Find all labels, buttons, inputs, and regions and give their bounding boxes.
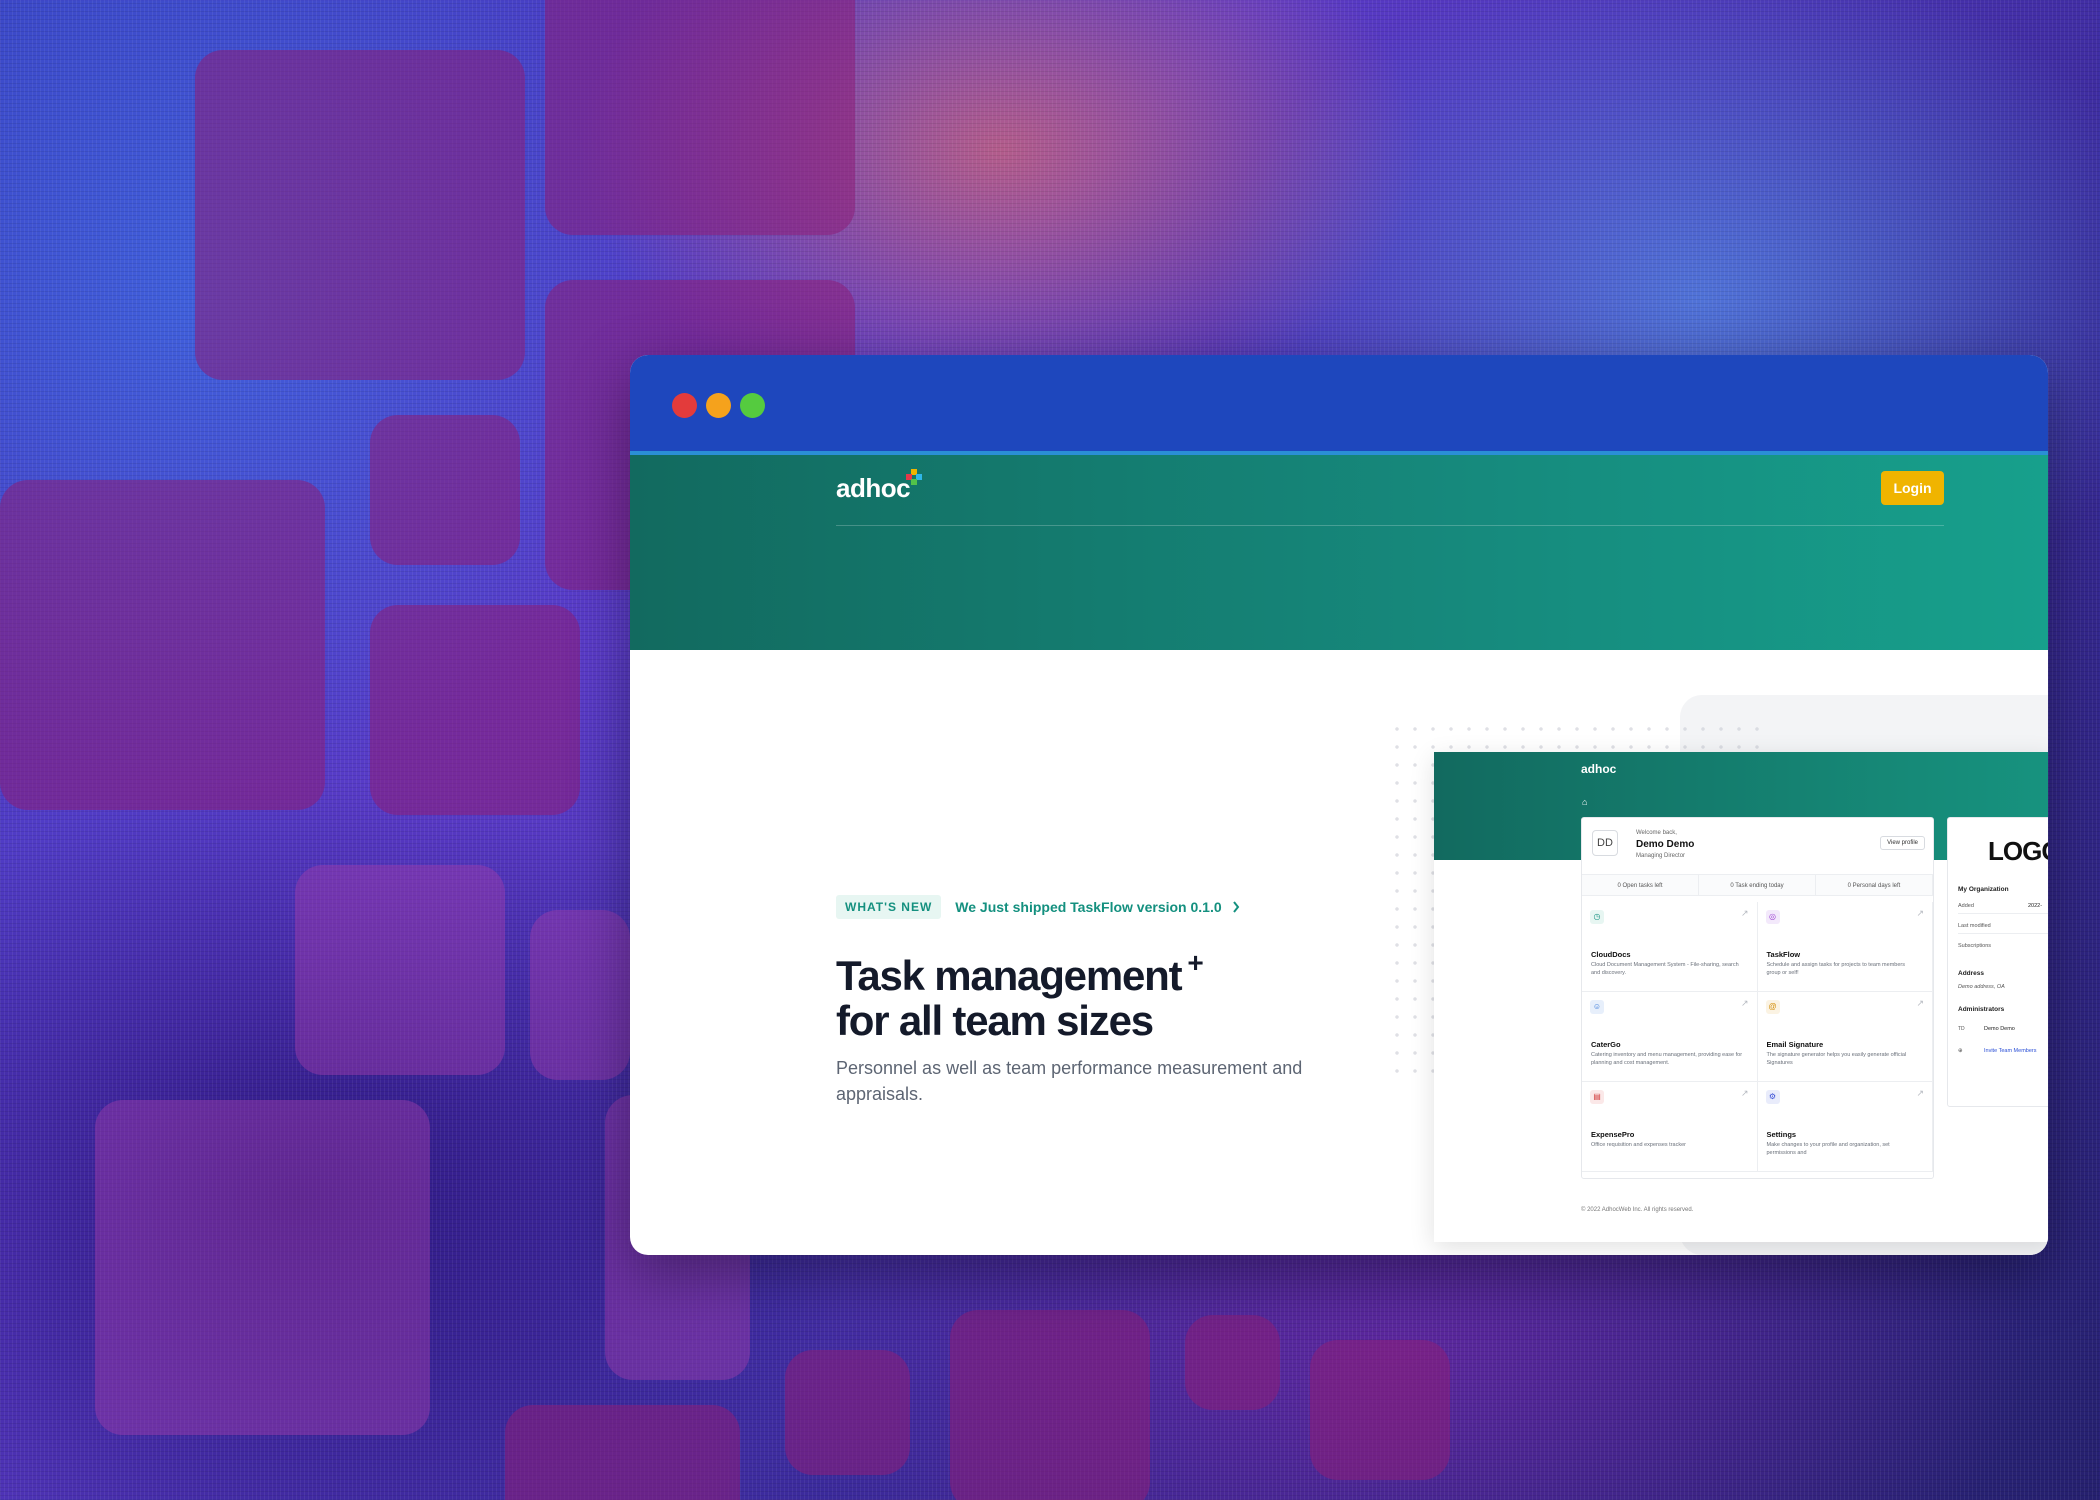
header-divider — [836, 525, 1944, 526]
app-description: Catering inventory and menu management, … — [1591, 1052, 1743, 1066]
decor-square — [1185, 1315, 1280, 1410]
preview-logo: adhoc — [1581, 762, 1617, 776]
chevron-right-icon — [1232, 901, 1239, 913]
organization-panel: LOGO My Organization Added 2022- Last mo… — [1947, 817, 2048, 1107]
avatar: DD — [1592, 830, 1618, 856]
app-title: Settings — [1766, 1130, 1797, 1139]
app-title: CloudDocs — [1591, 950, 1631, 959]
app-tile-expensepro[interactable]: ▤ ↗ ExpensePro Office requisition and ex… — [1582, 1082, 1758, 1172]
arrow-up-right-icon: ↗ — [1740, 998, 1749, 1008]
logo-plus-icon — [906, 469, 922, 485]
plus-icon: ⊕ — [1958, 1048, 1963, 1054]
arrow-up-right-icon: ↗ — [1740, 1088, 1749, 1098]
at-icon: @ — [1765, 1000, 1780, 1014]
app-preview: adhoc ⌂ DD Welcome back, Demo Demo Manag… — [1434, 752, 2048, 1242]
arrow-up-right-icon: ↗ — [1916, 1088, 1924, 1098]
login-button[interactable]: Login — [1881, 471, 1944, 505]
app-description: Office requisition and expenses tracker — [1591, 1142, 1686, 1148]
announcement-link[interactable]: We Just shipped TaskFlow version 0.1.0 — [955, 899, 1239, 915]
last-modified-label: Last modified — [1958, 923, 1991, 929]
clock-icon: ◷ — [1590, 910, 1604, 924]
decor-square — [530, 910, 630, 1080]
app-tile-taskflow[interactable]: ◎ ↗ TaskFlow Schedule and assign tasks f… — [1757, 902, 1933, 992]
stat-personal-days: 0 Personal days left — [1816, 875, 1933, 895]
invite-team-link[interactable]: Invite Team Members — [1984, 1048, 2036, 1054]
app-title: Email Signature — [1766, 1040, 1824, 1049]
arrow-up-right-icon: ↗ — [1740, 908, 1749, 918]
admins-heading: Administrators — [1958, 1006, 2005, 1013]
app-title: ExpensePro — [1591, 1130, 1635, 1139]
app-description: Cloud Document Management System - File-… — [1591, 962, 1739, 976]
stat-tasks-ending: 0 Task ending today — [1699, 875, 1816, 895]
decor-square — [370, 415, 520, 565]
added-label: Added — [1958, 903, 1974, 909]
decor-square — [95, 1100, 430, 1435]
app-description: Schedule and assign tasks for projects t… — [1766, 962, 1905, 976]
decor-square — [370, 605, 580, 815]
app-tile-settings[interactable]: ⚙ ↗ Settings Make changes to your profil… — [1757, 1082, 1933, 1172]
announcement-text: We Just shipped TaskFlow version 0.1.0 — [955, 899, 1222, 915]
decor-square — [785, 1350, 910, 1475]
app-grid: ◷ ↗ CloudDocs Cloud Document Management … — [1582, 902, 1933, 1172]
check-circle-icon: ◎ — [1765, 910, 1780, 924]
app-description: Make changes to your profile and organiz… — [1766, 1142, 1890, 1156]
preview-dashboard-card: DD Welcome back, Demo Demo Managing Dire… — [1581, 817, 1934, 1179]
gear-icon: ⚙ — [1765, 1090, 1780, 1104]
app-tile-caterg0[interactable]: ☺ ↗ CaterGo Catering inventory and menu … — [1582, 992, 1758, 1082]
maximize-window-button[interactable] — [740, 393, 765, 418]
stats-bar: 0 Open tasks left 0 Task ending today 0 … — [1582, 874, 1933, 896]
decor-square — [295, 865, 505, 1075]
subscriptions-label: Subscriptions — [1958, 943, 1992, 949]
browser-titlebar — [630, 355, 2048, 455]
address-heading: Address — [1958, 970, 1985, 977]
page-headline: Task management + for all team sizes — [836, 940, 1336, 1043]
minimize-window-button[interactable] — [706, 393, 731, 418]
users-icon: ☺ — [1590, 1000, 1604, 1014]
decor-square — [505, 1405, 740, 1500]
admin-avatar: TD — [1958, 1026, 1965, 1032]
announcement-row[interactable]: WHAT'S NEW We Just shipped TaskFlow vers… — [836, 895, 1240, 919]
arrow-up-right-icon: ↗ — [1916, 908, 1924, 918]
admin-name: Demo Demo — [1984, 1026, 2015, 1032]
welcome-text: Welcome back, — [1636, 830, 1677, 836]
preview-footer: © 2022 AdhocWeb Inc. All rights reserved… — [1581, 1207, 1694, 1213]
app-tile-clouddocs[interactable]: ◷ ↗ CloudDocs Cloud Document Management … — [1582, 902, 1758, 992]
user-name: Demo Demo — [1636, 839, 1695, 850]
org-logo: LOGO — [1988, 836, 2048, 866]
stat-open-tasks: 0 Open tasks left — [1582, 875, 1699, 895]
site-header: adhoc Login — [630, 455, 2048, 650]
close-window-button[interactable] — [672, 393, 697, 418]
hero-content: WHAT'S NEW We Just shipped TaskFlow vers… — [630, 650, 2048, 1255]
org-heading: My Organization — [1958, 886, 2009, 893]
divider — [1958, 933, 2048, 934]
app-title: CaterGo — [1591, 1040, 1621, 1049]
decor-square — [0, 480, 325, 810]
whats-new-badge: WHAT'S NEW — [836, 895, 942, 919]
decor-square — [950, 1310, 1150, 1500]
address-value: Demo address, OA — [1958, 984, 2005, 990]
headline-line-1: Task management — [836, 952, 1183, 999]
app-tile-email-signature[interactable]: @ ↗ Email Signature The signature genera… — [1757, 992, 1933, 1082]
decor-square — [195, 50, 525, 380]
headline-line-2: for all team sizes — [836, 997, 1154, 1044]
hero-subtext: Personnel as well as team performance me… — [836, 1058, 1303, 1104]
site-logo[interactable]: adhoc — [836, 469, 922, 504]
view-profile-button[interactable]: View profile — [1880, 836, 1925, 850]
browser-window: adhoc Login WHAT'S NEW We Just shipped T… — [630, 355, 2048, 1255]
decor-square — [1310, 1340, 1450, 1480]
added-value: 2022- — [2028, 903, 2043, 909]
app-description: The signature generator helps you easily… — [1766, 1052, 1907, 1066]
arrow-up-right-icon: ↗ — [1916, 998, 1924, 1008]
receipt-icon: ▤ — [1590, 1090, 1604, 1104]
home-icon: ⌂ — [1582, 797, 1588, 807]
headline-plus: + — [1187, 947, 1203, 978]
decor-square — [545, 0, 855, 235]
divider — [1958, 913, 2048, 914]
user-role: Managing Director — [1636, 853, 1686, 859]
app-title: TaskFlow — [1766, 950, 1801, 959]
